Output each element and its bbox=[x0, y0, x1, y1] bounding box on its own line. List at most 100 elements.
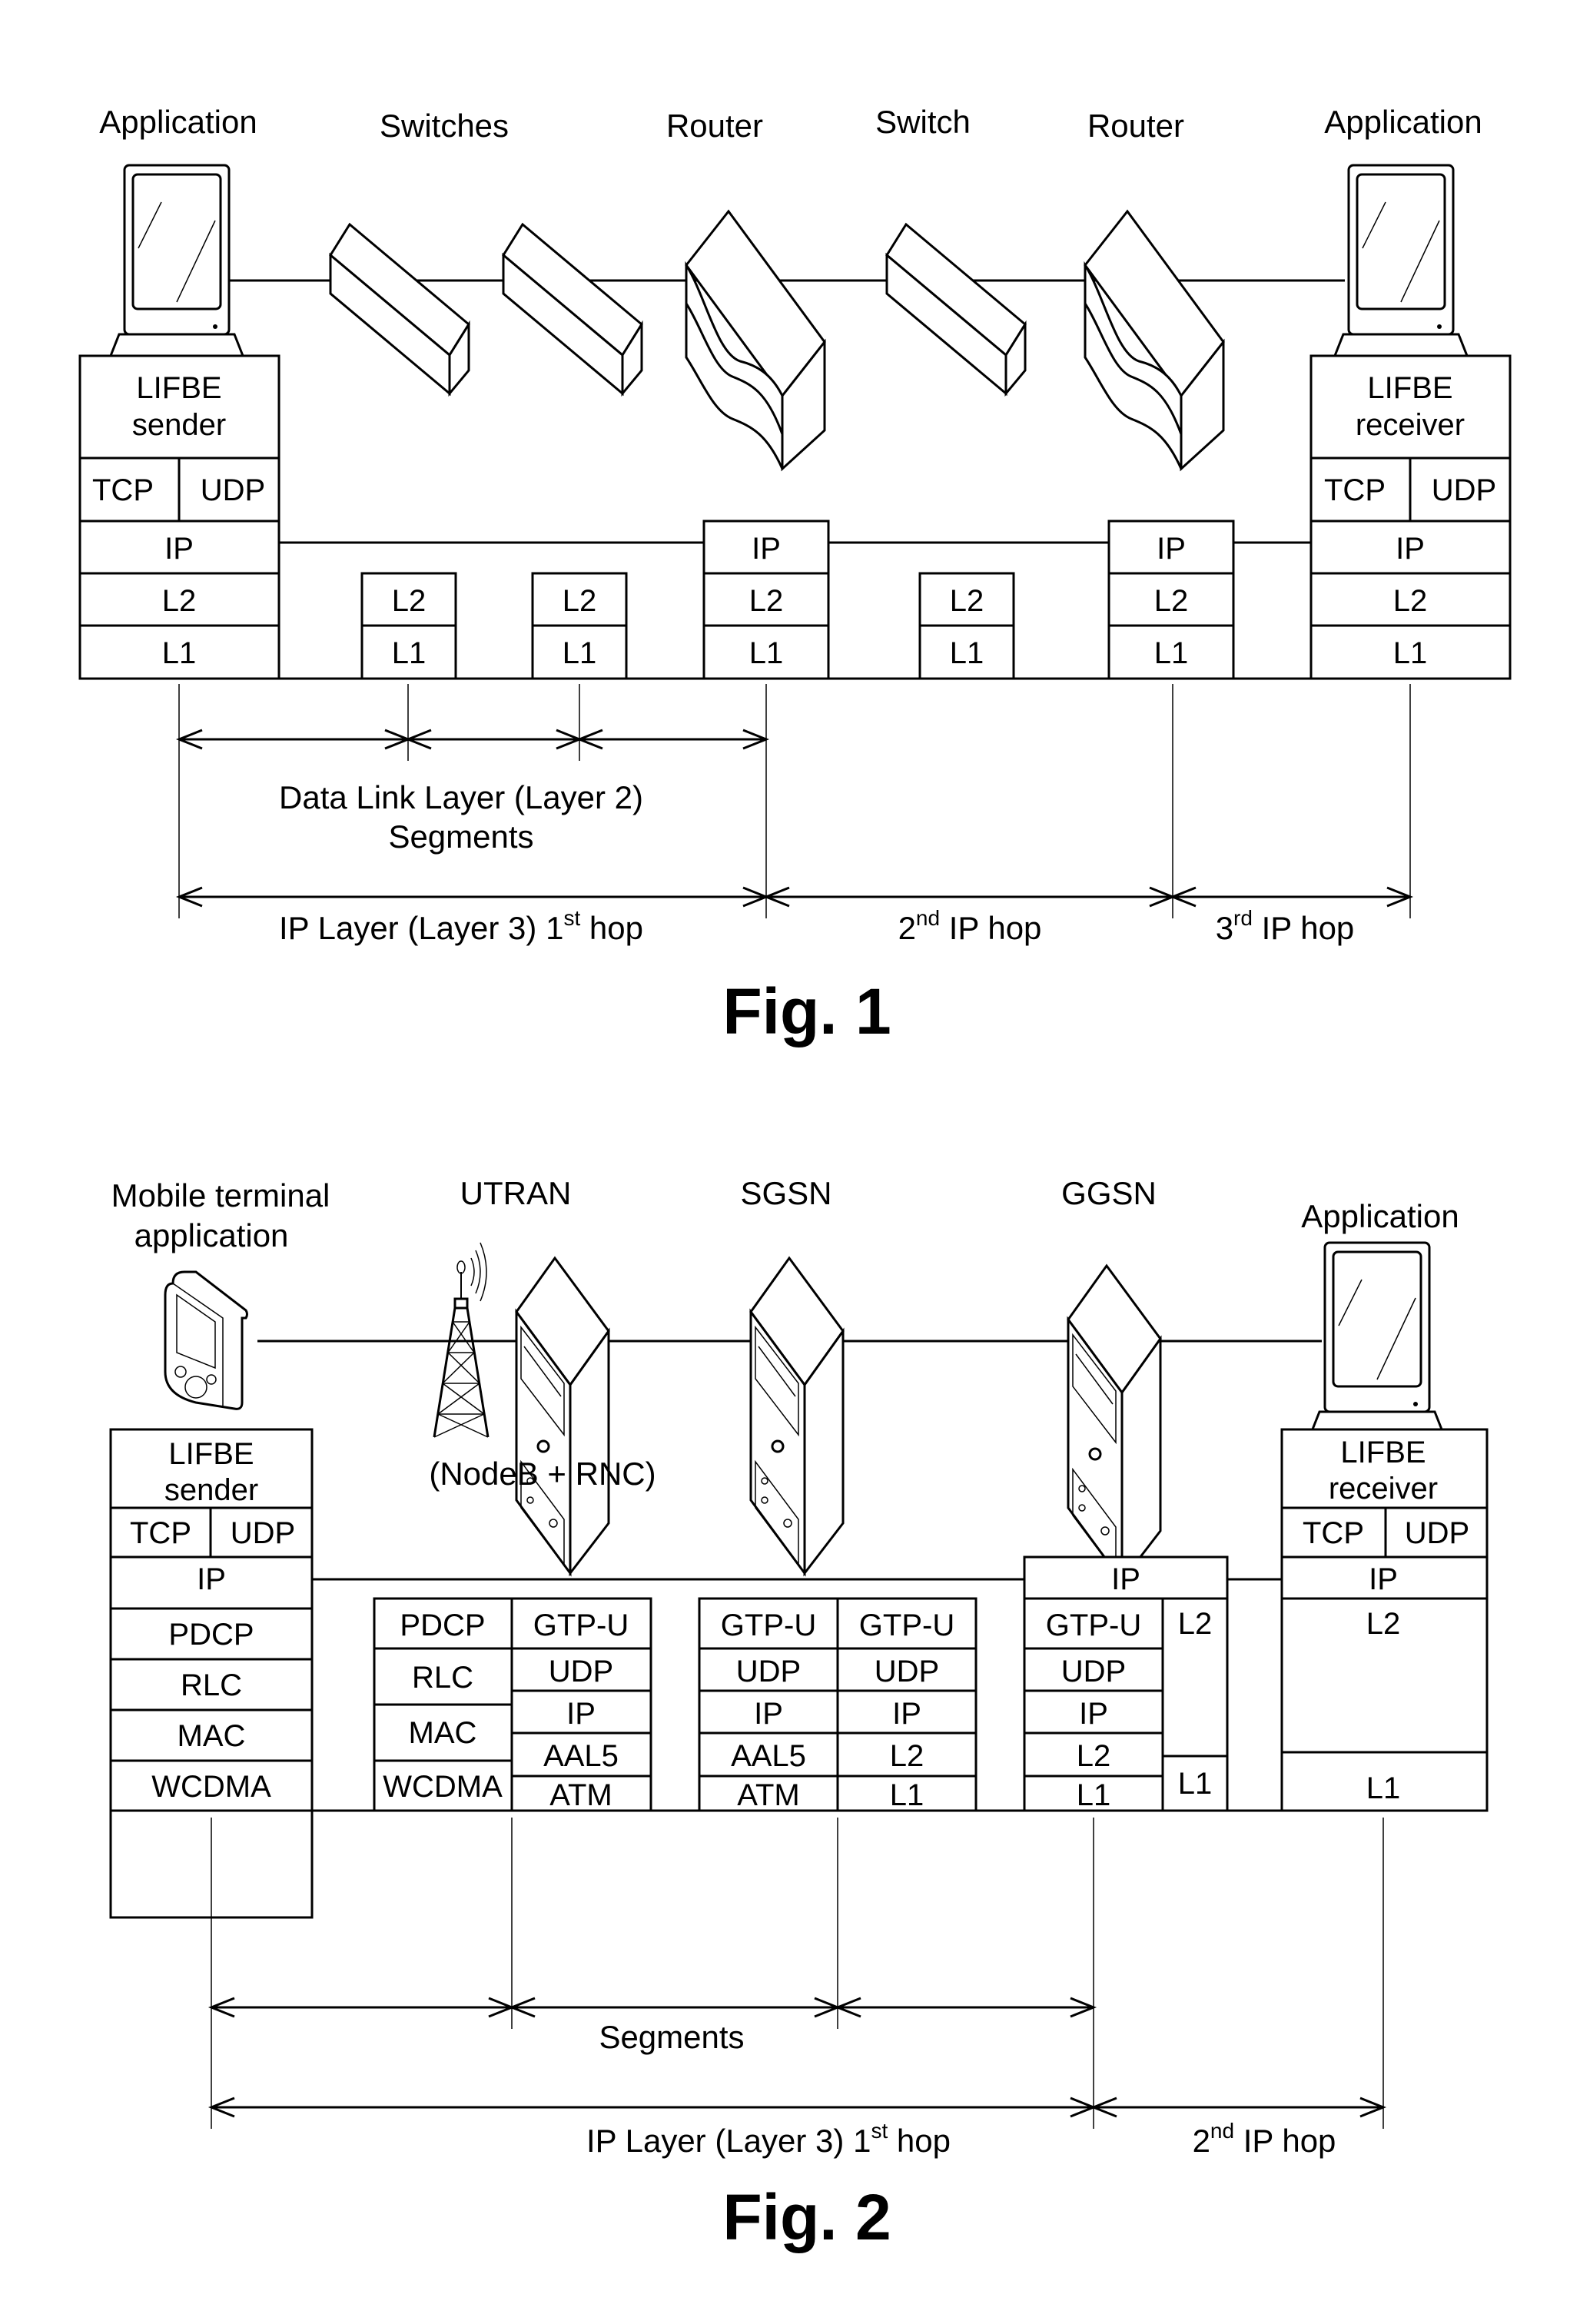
layer-ip: IP bbox=[197, 1562, 226, 1596]
layer-udp: UDP bbox=[1405, 1516, 1469, 1550]
layer-ip: IP bbox=[566, 1697, 596, 1731]
ggsn-protocol-stack: IP GTP-U UDP IP L2 L1 L2 L1 bbox=[1023, 1555, 1229, 1812]
router-icon bbox=[1084, 210, 1225, 470]
layer-l2: L2 bbox=[162, 584, 197, 618]
layer-l1: L1 bbox=[890, 1778, 924, 1812]
hop-1-tail: hop bbox=[580, 910, 643, 946]
hop-3-label: 3rd IP hop bbox=[1216, 906, 1355, 946]
layer-l2: L2 bbox=[749, 584, 784, 618]
receiver-title: LIFBE bbox=[1340, 1436, 1426, 1469]
sender-title: LIFBE bbox=[168, 1437, 254, 1471]
segments-label-line2: Segments bbox=[388, 818, 533, 855]
receiver-subtitle: receiver bbox=[1356, 408, 1465, 442]
hop-2-label: 2nd IP hop bbox=[898, 906, 1042, 946]
utran-stack-grid: PDCP RLC MAC WCDMA GTP-U UDP IP AAL5 ATM bbox=[373, 1597, 652, 1812]
hop-3-tail: IP hop bbox=[1253, 910, 1354, 946]
label-switch: Switch bbox=[875, 104, 971, 140]
sgsn-protocol-stack: GTP-U UDP IP AAL5 ATM GTP-U UDP IP L2 L1 bbox=[698, 1597, 978, 1812]
layer-pdcp: PDCP bbox=[400, 1609, 485, 1642]
layer-ip: IP bbox=[1396, 532, 1425, 566]
layer-gtp-u: GTP-U bbox=[721, 1609, 816, 1642]
layer-tcp: TCP bbox=[130, 1516, 191, 1550]
layer-udp: UDP bbox=[875, 1655, 939, 1688]
layer-l1: L1 bbox=[1077, 1778, 1111, 1812]
server-icon bbox=[515, 1257, 610, 1575]
label-switches: Switches bbox=[380, 108, 509, 144]
layer-l1: L1 bbox=[162, 636, 197, 670]
label-ggsn: GGSN bbox=[1061, 1175, 1157, 1211]
hop-1-tail: hop bbox=[888, 2123, 951, 2159]
layer-l2: L2 bbox=[950, 584, 984, 618]
layer-l2: L2 bbox=[1178, 1607, 1213, 1641]
receiver-title: LIFBE bbox=[1367, 371, 1452, 405]
layer-l2: L2 bbox=[563, 584, 597, 618]
layer-atm: ATM bbox=[549, 1778, 612, 1812]
figure-2: Mobile terminal application UTRAN SGSN G… bbox=[109, 1175, 1489, 2253]
hop-3-text: 3 bbox=[1216, 910, 1233, 946]
layer-udp: UDP bbox=[231, 1516, 295, 1550]
label-application-sender: Application bbox=[99, 104, 257, 140]
layer-ip: IP bbox=[754, 1697, 783, 1731]
layer-l2: L2 bbox=[392, 584, 427, 618]
router-icon bbox=[685, 210, 826, 470]
hop-2-tail: IP hop bbox=[940, 910, 1041, 946]
layer-mac: MAC bbox=[409, 1716, 477, 1750]
layer-atm: ATM bbox=[737, 1778, 799, 1812]
switch-icon bbox=[885, 223, 1027, 395]
figure-2-caption: Fig. 2 bbox=[722, 2181, 891, 2253]
receiver-subtitle: receiver bbox=[1329, 1472, 1438, 1506]
hop-1-text: IP Layer (Layer 3) 1 bbox=[586, 2123, 871, 2159]
switch-icon bbox=[502, 223, 643, 395]
layer-wcdma: WCDMA bbox=[383, 1770, 503, 1804]
layer-ip: IP bbox=[892, 1697, 921, 1731]
sender-subtitle: sender bbox=[132, 408, 226, 442]
hop-1-label: IP Layer (Layer 3) 1st hop bbox=[586, 2119, 951, 2159]
hop-2-sup: nd bbox=[1210, 2119, 1234, 2143]
layer-ip: IP bbox=[752, 532, 781, 566]
layer-udp: UDP bbox=[736, 1655, 801, 1688]
label-application: Application bbox=[1301, 1198, 1459, 1234]
switch-2-stack: L2 L1 bbox=[531, 572, 628, 680]
hop-2-label: 2nd IP hop bbox=[1193, 2119, 1336, 2159]
layer-l1: L1 bbox=[392, 636, 427, 670]
layer-l2: L2 bbox=[1154, 584, 1189, 618]
router-1-stack: IP L2 L1 bbox=[702, 520, 830, 680]
layer-l2: L2 bbox=[1366, 1607, 1401, 1641]
sender-protocol-stack: LIFBE sender TCP UDP IP L2 L1 bbox=[78, 354, 280, 680]
layer-gtp-u: GTP-U bbox=[859, 1609, 954, 1642]
label-utran: UTRAN bbox=[460, 1175, 572, 1211]
receiver-protocol-stack: LIFBE receiver TCP UDP IP L2 L1 bbox=[1309, 354, 1512, 680]
segments-arrow bbox=[175, 729, 770, 750]
layer-gtp-u: GTP-U bbox=[1046, 1609, 1141, 1642]
layer-ip: IP bbox=[1157, 532, 1186, 566]
layer-ip: IP bbox=[1369, 1562, 1398, 1596]
server-icon bbox=[1067, 1264, 1162, 1582]
ip-hop-arrows bbox=[175, 886, 1414, 908]
segments-label: Segments bbox=[599, 2019, 744, 2055]
label-nodeb-rnc: (NodeB + RNC) bbox=[429, 1456, 656, 1492]
label-sgsn: SGSN bbox=[740, 1175, 831, 1211]
segments-arrow bbox=[207, 1997, 1097, 2018]
layer-mac: MAC bbox=[178, 1719, 246, 1753]
layer-l1: L1 bbox=[1393, 636, 1428, 670]
layer-l1: L1 bbox=[563, 636, 597, 670]
layer-tcp: TCP bbox=[1303, 1516, 1364, 1550]
label-router-2: Router bbox=[1087, 108, 1184, 144]
hop-2-text: 2 bbox=[898, 910, 916, 946]
layer-l2: L2 bbox=[1393, 584, 1428, 618]
router-2-stack: IP L2 L1 bbox=[1107, 520, 1235, 680]
hop-3-sup: rd bbox=[1233, 906, 1253, 930]
receiver-protocol-stack: LIFBE receiver TCP UDP IP L2 L1 bbox=[1280, 1428, 1489, 1812]
layer-aal5: AAL5 bbox=[731, 1739, 806, 1773]
layer-tcp: TCP bbox=[1324, 473, 1386, 507]
layer-l1: L1 bbox=[1178, 1767, 1213, 1801]
layer-l1: L1 bbox=[950, 636, 984, 670]
hop-2-tail: IP hop bbox=[1234, 2123, 1336, 2159]
layer-udp: UDP bbox=[201, 473, 265, 507]
server-icon bbox=[749, 1257, 845, 1575]
layer-ip: IP bbox=[164, 532, 194, 566]
hop-1-label: IP Layer (Layer 3) 1st hop bbox=[279, 906, 643, 946]
layer-udp: UDP bbox=[549, 1655, 613, 1688]
label-application-receiver: Application bbox=[1324, 104, 1482, 140]
hop-2-text: 2 bbox=[1193, 2123, 1210, 2159]
